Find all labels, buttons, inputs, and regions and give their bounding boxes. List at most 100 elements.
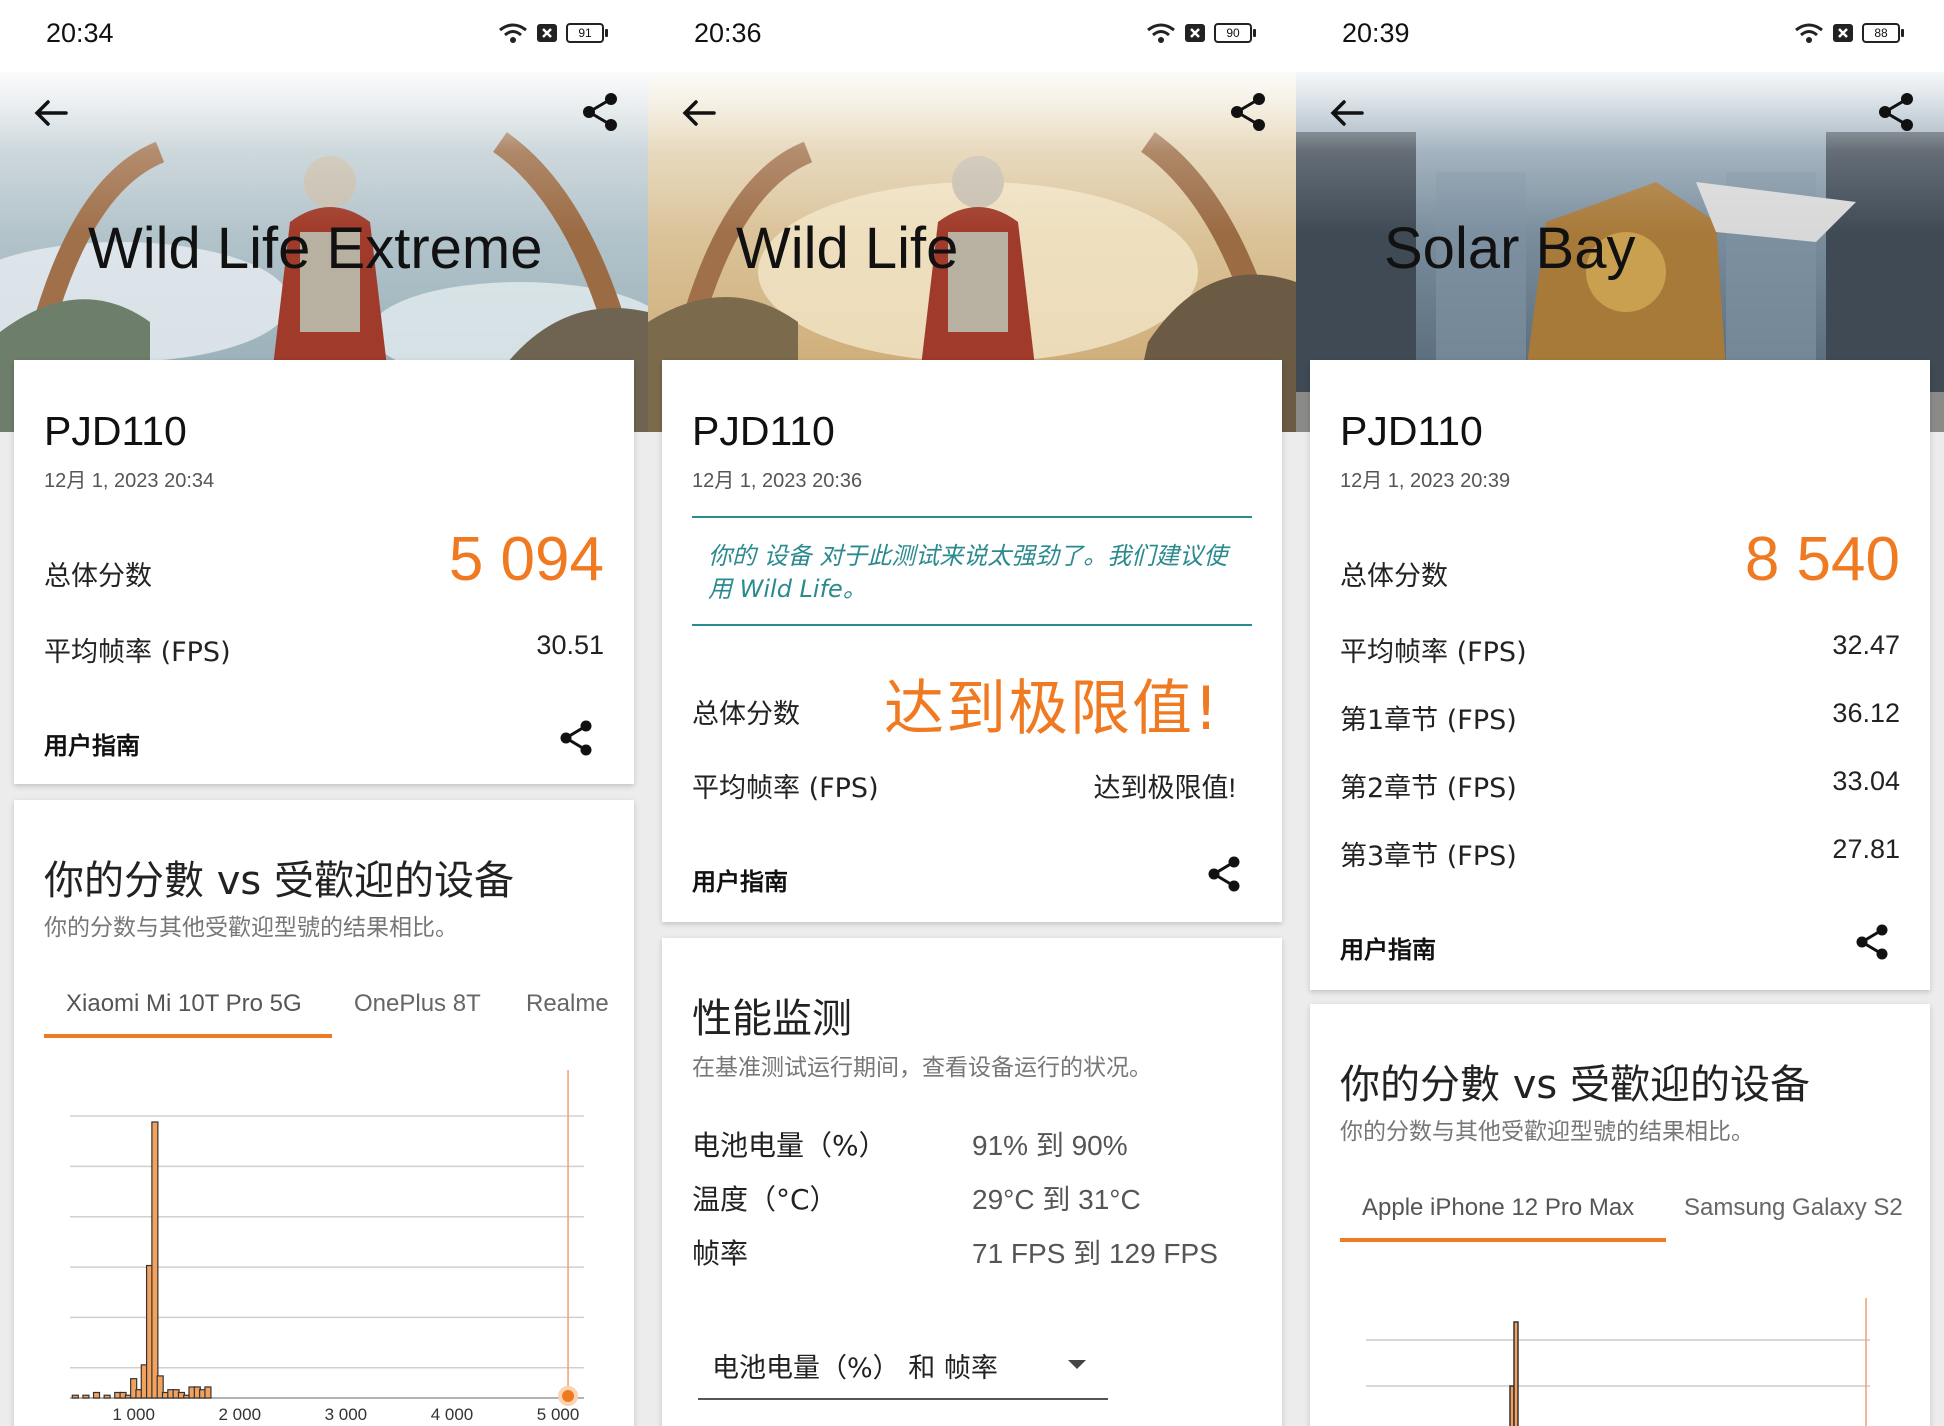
chapter3-fps-label: 第3章节 (FPS) [1340, 841, 1517, 872]
back-arrow-icon[interactable] [30, 92, 72, 134]
user-guide-link[interactable]: 用户指南 [1340, 930, 1436, 965]
device-name: PJD110 [692, 408, 835, 454]
test-date: 12月 1, 2023 20:36 [692, 470, 863, 492]
panel-solar-bay: 20:39 88 Solar Bay PJD110 12月 1, 2023 20… [1296, 0, 1944, 1426]
status-bar: 20:39 88 [1296, 0, 1944, 72]
wifi-icon [498, 22, 528, 44]
histogram-bar [71, 1394, 79, 1399]
score-distribution-chart-partial [1366, 1298, 1870, 1426]
dropdown-value: 电池电量（%） 和 帧率 [712, 1353, 998, 1384]
status-time: 20:39 [1342, 18, 1410, 48]
result-card: PJD110 12月 1, 2023 20:39 总体分数 8 540 平均帧率… [1310, 360, 1930, 990]
tab-apple-iphone-12-pro-max[interactable]: Apple iPhone 12 Pro Max [1362, 1194, 1634, 1222]
panel-wild-life: 20:36 90 Wild Life PJD110 12月 1, 2023 20… [648, 0, 1296, 1426]
score-value: 8 540 [1744, 525, 1900, 594]
histogram-bar [103, 1394, 111, 1399]
score-distribution-chart: 1 0002 0003 0004 0005 000分数 [70, 1070, 584, 1424]
comparison-title: 你的分數 vs 受歡迎的设备 [44, 858, 514, 904]
back-arrow-icon[interactable] [1326, 92, 1368, 134]
battery-icon: 88 [1862, 23, 1904, 43]
result-card: PJD110 12月 1, 2023 20:34 总体分数 5 094 平均帧率… [14, 360, 634, 784]
battery-icon: 90 [1214, 23, 1256, 43]
tab-realme[interactable]: Realme [526, 990, 609, 1018]
score-value: 达到极限值! [884, 674, 1221, 744]
battery-label: 电池电量（%） [692, 1129, 887, 1162]
score-label: 总体分数 [1340, 561, 1448, 592]
wifi-icon [1146, 22, 1176, 44]
active-tab-indicator [1340, 1238, 1666, 1242]
notification-x-icon [1832, 23, 1854, 43]
x-tick-label: 5 000 [537, 1405, 580, 1424]
share-icon[interactable] [1204, 854, 1244, 894]
temperature-value: 29°C 到 31°C [972, 1184, 1141, 1215]
device-name: PJD110 [1340, 408, 1483, 454]
x-tick-label: 3 000 [325, 1405, 368, 1424]
chapter2-fps-label: 第2章节 (FPS) [1340, 773, 1517, 804]
benchmark-title: Wild Life [736, 216, 959, 281]
chapter1-fps-value: 36.12 [1832, 698, 1900, 728]
device-name: PJD110 [44, 408, 187, 454]
user-score-dot [558, 1386, 579, 1406]
benchmark-title: Wild Life Extreme [88, 216, 543, 281]
active-tab-indicator [44, 1034, 332, 1038]
framerate-label: 帧率 [692, 1237, 749, 1270]
notice-text: 你的 设备 对于此测试来说太强劲了。我们建议使用 Wild Life。 [708, 542, 1228, 603]
fps-value: 30.51 [536, 630, 604, 660]
framerate-value: 71 FPS 到 129 FPS [972, 1238, 1218, 1269]
user-guide-link[interactable]: 用户指南 [692, 862, 788, 897]
comparison-card: 你的分數 vs 受歡迎的设备 你的分数与其他受歡迎型號的结果相比。 Xiaomi… [14, 800, 634, 1426]
back-arrow-icon[interactable] [678, 92, 720, 134]
share-icon[interactable] [1874, 90, 1918, 134]
battery-icon: 91 [566, 23, 608, 43]
histogram-bar [82, 1394, 90, 1399]
tab-samsung-galaxy[interactable]: Samsung Galaxy S2 [1684, 1194, 1903, 1222]
status-time: 20:34 [46, 18, 114, 48]
fps-label: 平均帧率 (FPS) [692, 773, 879, 804]
histogram-bar [92, 1391, 101, 1399]
fps-label: 平均帧率 (FPS) [44, 637, 231, 668]
chevron-down-icon [1068, 1360, 1086, 1369]
panel-wild-life-extreme: 20:34 91 Wild Life Extreme PJD110 12月 1,… [0, 0, 648, 1426]
test-date: 12月 1, 2023 20:39 [1340, 470, 1511, 492]
benchmark-title: Solar Bay [1384, 216, 1636, 281]
comparison-title: 你的分數 vs 受歡迎的设备 [1340, 1062, 1810, 1108]
user-guide-link[interactable]: 用户指南 [44, 726, 140, 761]
performance-subtitle: 在基准测试运行期间，查看设备运行的状况。 [692, 1055, 1152, 1081]
histogram-bar [1513, 1321, 1519, 1426]
chapter3-fps-value: 27.81 [1832, 834, 1900, 864]
result-card: PJD110 12月 1, 2023 20:36 你的 设备 对于此测试来说太强… [662, 360, 1282, 922]
share-icon[interactable] [556, 718, 596, 758]
status-bar: 20:36 90 [648, 0, 1296, 72]
battery-value: 91% 到 90% [972, 1130, 1128, 1161]
x-tick-label: 1 000 [112, 1405, 155, 1424]
device-too-powerful-notice: 你的 设备 对于此测试来说太强劲了。我们建议使用 Wild Life。 [692, 516, 1252, 626]
histogram-bar [204, 1386, 212, 1399]
x-tick-label: 2 000 [218, 1405, 261, 1424]
comparison-subtitle: 你的分数与其他受歡迎型號的结果相比。 [44, 915, 458, 941]
fps-value: 32.47 [1832, 630, 1900, 660]
tab-oneplus-8t[interactable]: OnePlus 8T [354, 990, 481, 1018]
x-tick-label: 4 000 [431, 1405, 474, 1424]
score-value: 5 094 [448, 525, 604, 594]
performance-monitor-card: 性能监测 在基准测试运行期间，查看设备运行的状况。 电池电量（%） 91% 到 … [662, 938, 1282, 1426]
notification-x-icon [1184, 23, 1206, 43]
chapter1-fps-label: 第1章节 (FPS) [1340, 705, 1517, 736]
comparison-subtitle: 你的分数与其他受歡迎型號的结果相比。 [1340, 1119, 1754, 1145]
notification-x-icon [536, 23, 558, 43]
test-date: 12月 1, 2023 20:34 [44, 470, 215, 492]
share-icon[interactable] [578, 90, 622, 134]
status-time: 20:36 [694, 18, 762, 48]
metric-dropdown[interactable]: 电池电量（%） 和 帧率 [698, 1328, 1108, 1400]
score-label: 总体分数 [692, 699, 800, 730]
wifi-icon [1794, 22, 1824, 44]
status-bar: 20:34 91 [0, 0, 648, 72]
chapter2-fps-value: 33.04 [1832, 766, 1900, 796]
performance-title: 性能监测 [692, 996, 852, 1042]
share-icon[interactable] [1852, 922, 1892, 962]
temperature-label: 温度（°C） [692, 1183, 838, 1216]
tab-xiaomi-mi-10t-pro-5g[interactable]: Xiaomi Mi 10T Pro 5G [66, 990, 302, 1018]
comparison-card: 你的分數 vs 受歡迎的设备 你的分数与其他受歡迎型號的结果相比。 Apple … [1310, 1004, 1930, 1426]
fps-label: 平均帧率 (FPS) [1340, 637, 1527, 668]
fps-value: 达到极限值! [1093, 773, 1236, 803]
share-icon[interactable] [1226, 90, 1270, 134]
